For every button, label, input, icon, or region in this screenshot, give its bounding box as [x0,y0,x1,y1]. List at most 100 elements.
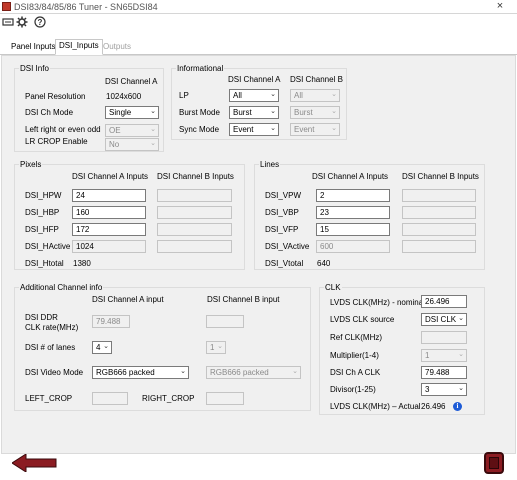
lvds-source-label: LVDS CLK source [330,315,395,324]
vfp-b-input[interactable] [402,223,476,236]
pixels-col-b: DSI Channel B Inputs [157,172,234,181]
vbp-b-input[interactable] [402,206,476,219]
video-mode-a-select[interactable]: RGB666 packed ⌄ [92,366,189,379]
gear-icon[interactable] [16,16,28,28]
dsi-inputs-panel: DSI Info DSI Channel A Panel Resolution … [1,55,516,454]
dsi-info-group: DSI Info DSI Channel A Panel Resolution … [14,64,164,152]
sync-a-select[interactable]: Event ⌄ [229,123,279,136]
lr-crop-select[interactable]: No ⌄ [105,138,159,151]
lines-group: Lines DSI Channel A Inputs DSI Channel B… [254,160,485,270]
vactive-a-input[interactable]: 600 [316,240,390,253]
burst-a-select[interactable]: Burst ⌄ [229,106,279,119]
dsi-a-clk-input[interactable]: 79.488 [421,366,467,379]
back-arrow-icon[interactable] [11,453,58,473]
lanes-label: DSI # of lanes [25,343,76,352]
dsi-info-title: DSI Info [19,64,50,73]
left-right-select[interactable]: OE ⌄ [105,124,159,137]
multiplier-select[interactable]: 1 ⌄ [421,349,467,362]
burst-mode-label: Burst Mode [179,108,220,117]
vpw-label: DSI_VPW [265,191,302,200]
ref-clk-label: Ref CLK(MHz) [330,333,383,342]
left-right-label: Left right or even odd [25,125,101,134]
vbp-a-input[interactable]: 23 [316,206,390,219]
dsi-a-clk-label: DSI Ch A CLK [330,368,381,377]
pixels-col-a: DSI Channel A Inputs [72,172,149,181]
ref-clk-input[interactable] [421,331,467,344]
svg-text:?: ? [38,18,43,27]
stop-icon [489,457,499,469]
lvds-nominal-input[interactable]: 26.496 [421,295,467,308]
hactive-b-input[interactable] [157,240,232,253]
divisor-label: Divisor(1-25) [330,385,376,394]
additional-col-b: DSI Channel B input [207,295,280,304]
hbp-b-input[interactable] [157,206,232,219]
lp-a-select[interactable]: All ⌄ [229,89,279,102]
ddr-clk-b-input[interactable] [206,315,244,328]
lanes-a-select[interactable]: 4 ⌄ [92,341,112,354]
dsi-ch-mode-select[interactable]: Single ⌄ [105,106,159,119]
tab-outputs[interactable]: Outputs [100,41,134,55]
left-crop-label: LEFT_CROP [25,394,73,403]
ddr-clk-label-line2: CLK rate(MHz) [25,323,79,332]
panel-resolution-value: 1024x600 [106,92,142,101]
help-icon[interactable]: ? [34,16,46,28]
lanes-b-select[interactable]: 1 ⌄ [206,341,226,354]
hbp-a-input[interactable]: 160 [72,206,146,219]
vbp-label: DSI_VBP [265,208,299,217]
dsi-info-col-a: DSI Channel A [105,77,158,86]
vtotal-label: DSI_Vtotal [265,259,304,268]
close-button[interactable]: × [493,0,507,12]
sync-mode-label: Sync Mode [179,125,220,134]
hfp-b-input[interactable] [157,223,232,236]
left-crop-input[interactable] [92,392,128,405]
vpw-b-input[interactable] [402,189,476,202]
clk-title: CLK [324,283,342,292]
hactive-a-input[interactable]: 1024 [72,240,146,253]
vtotal-value: 640 [317,259,331,268]
tab-strip: Panel Inputs DSI_Inputs Outputs [0,39,517,55]
ddr-clk-a-input[interactable]: 79.488 [92,315,130,328]
lines-col-b: DSI Channel B Inputs [402,172,479,181]
sync-b-select[interactable]: Event ⌄ [290,123,340,136]
vactive-label: DSI_VActive [265,242,310,251]
lp-b-select[interactable]: All ⌄ [290,89,340,102]
additional-col-a: DSI Channel A input [92,295,164,304]
hactive-label: DSI_HActive [25,242,71,251]
vpw-a-input[interactable]: 2 [316,189,390,202]
pixels-title: Pixels [19,160,43,169]
tab-dsi-inputs[interactable]: DSI_Inputs [55,39,103,55]
lvds-source-select[interactable]: DSI CLK ⌄ [421,313,467,326]
lines-title: Lines [259,160,281,169]
hbp-label: DSI_HBP [25,208,60,217]
title-bar: DSI83/84/85/86 Tuner - SN65DSI84 × [0,0,517,14]
informational-col-a: DSI Channel A [228,75,281,84]
lp-label: LP [179,91,189,100]
ddr-clk-label-line1: DSI DDR [25,313,58,322]
vfp-a-input[interactable]: 15 [316,223,390,236]
divisor-select[interactable]: 3 ⌄ [421,383,467,396]
app-icon [2,2,11,11]
burst-b-select[interactable]: Burst ⌄ [290,106,340,119]
additional-title: Additional Channel info [19,283,104,292]
additional-channel-group: Additional Channel info DSI Channel A in… [14,283,311,411]
tool-icon[interactable] [2,16,14,28]
hfp-a-input[interactable]: 172 [72,223,146,236]
htotal-value: 1380 [73,259,91,268]
tab-panel-inputs[interactable]: Panel Inputs [8,41,58,55]
lines-col-a: DSI Channel A Inputs [312,172,389,181]
informational-title: Informational [176,64,225,73]
right-crop-label: RIGHT_CROP [142,394,195,403]
vactive-b-input[interactable] [402,240,476,253]
video-mode-label: DSI Video Mode [25,368,84,377]
hpw-b-input[interactable] [157,189,232,202]
stop-button[interactable] [484,452,504,474]
lvds-actual-value: 26.496 [421,402,446,411]
hpw-a-input[interactable]: 24 [72,189,146,202]
info-icon[interactable]: i [453,402,462,411]
right-crop-input[interactable] [206,392,244,405]
panel-resolution-label: Panel Resolution [25,92,86,101]
lvds-nominal-label: LVDS CLK(MHz) - nominal [330,298,425,307]
video-mode-b-select[interactable]: RGB666 packed ⌄ [206,366,301,379]
informational-group: Informational DSI Channel A DSI Channel … [171,64,347,140]
informational-col-b: DSI Channel B [290,75,343,84]
